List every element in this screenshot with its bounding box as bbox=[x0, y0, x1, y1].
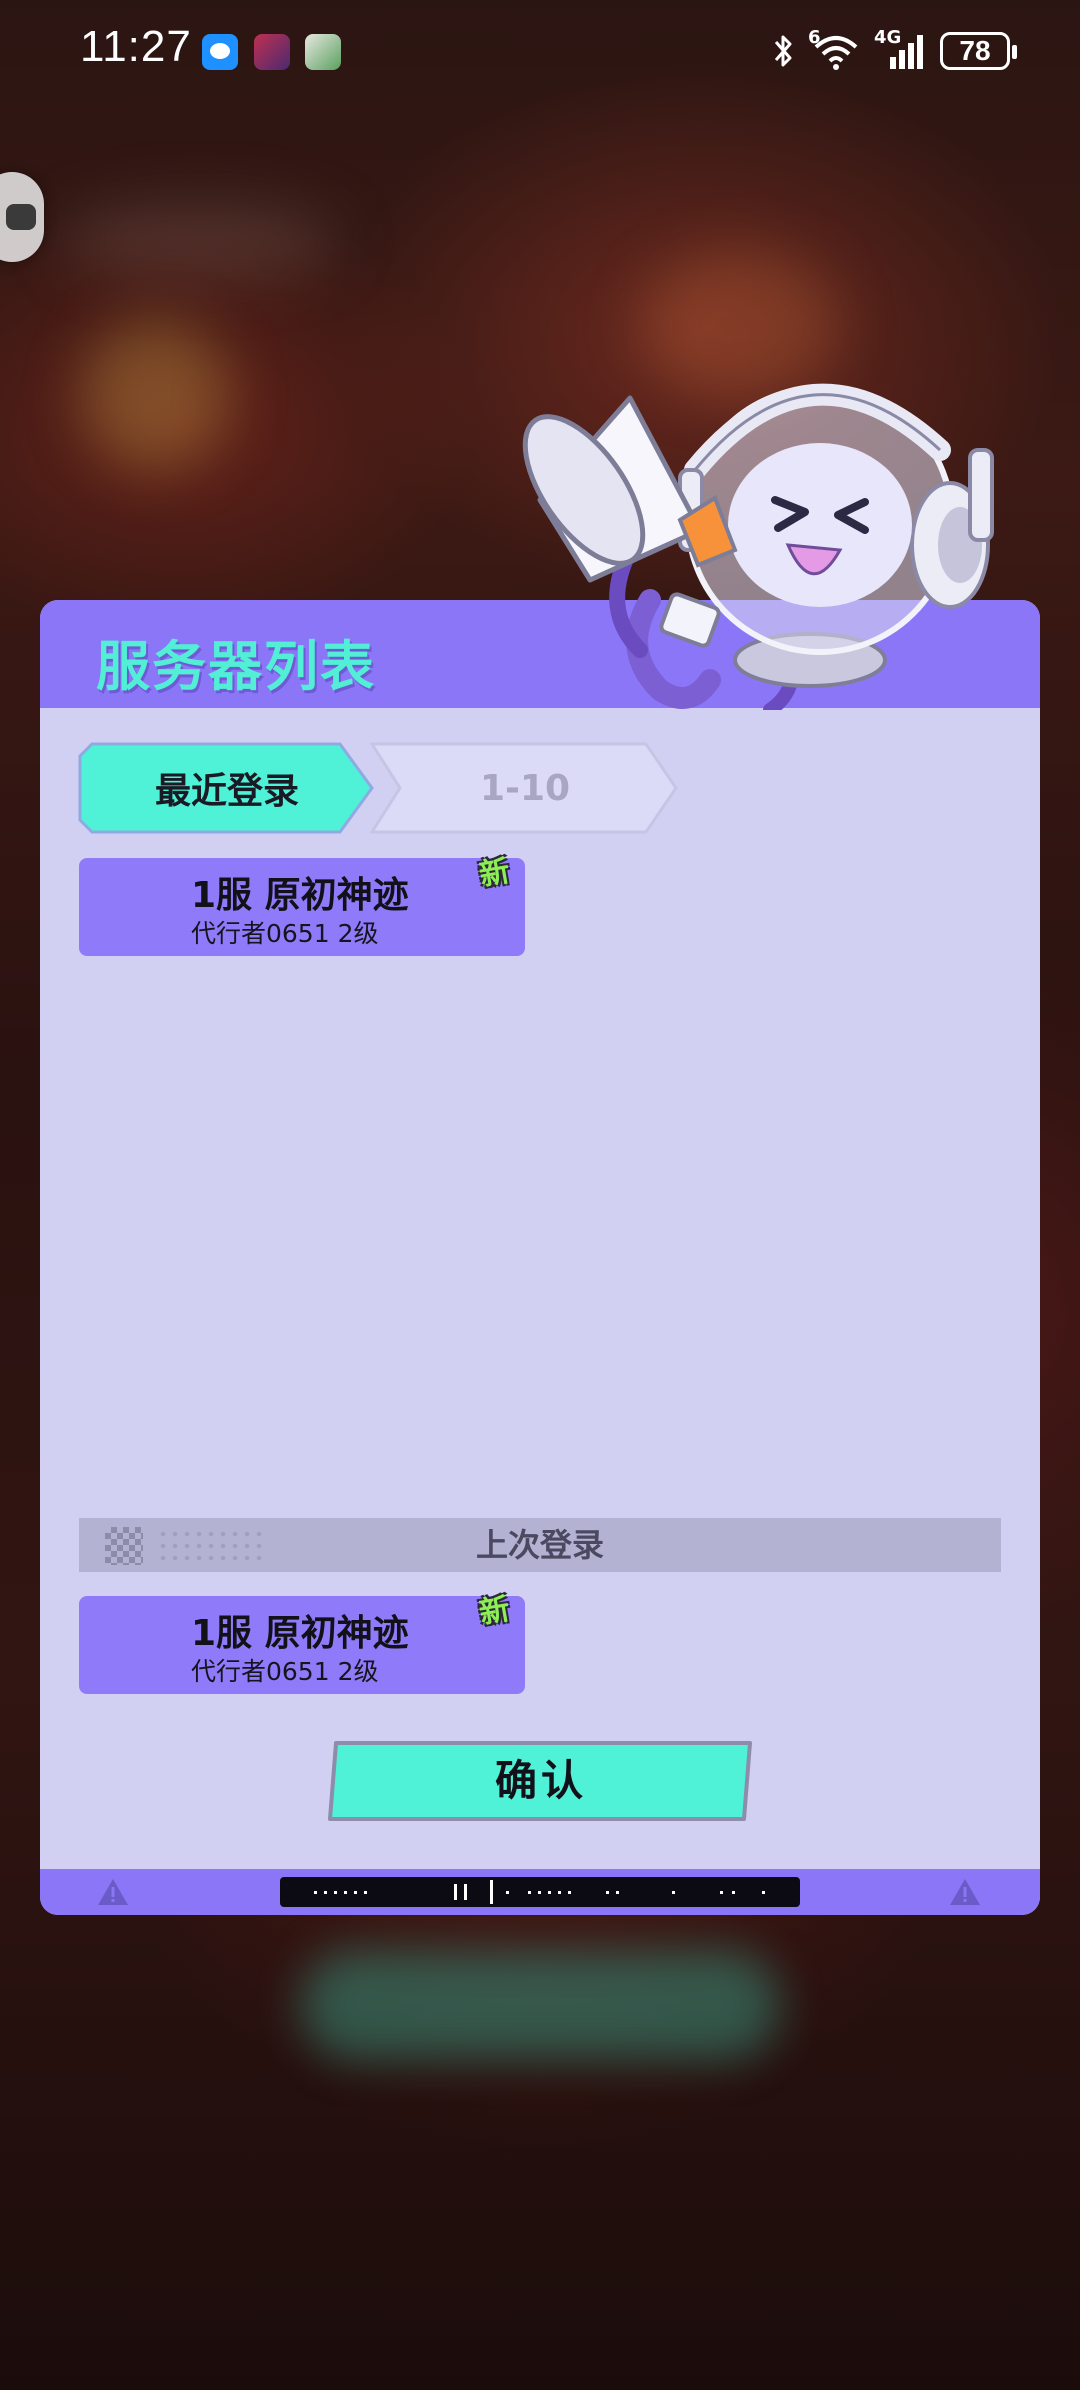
server-name: 1服 原初神迹 bbox=[191, 875, 409, 916]
wifi-icon: 6 bbox=[808, 27, 860, 71]
server-name: 1服 原初神迹 bbox=[191, 1613, 409, 1654]
barcode-decoration bbox=[280, 1877, 800, 1907]
background-glow bbox=[300, 1950, 780, 2060]
confirm-button[interactable]: 确认 bbox=[326, 1740, 756, 1822]
dialog-title: 服务器列表 bbox=[96, 635, 376, 698]
mascot-megaphone bbox=[522, 383, 994, 710]
last-login-header: 上次登录 bbox=[79, 1518, 1001, 1572]
warning-icon bbox=[950, 1879, 980, 1905]
tab-recent-label: 最近登录 bbox=[154, 771, 299, 812]
tab-server-range[interactable]: 1-10 bbox=[370, 742, 680, 834]
server-card-recent[interactable]: 1服 原初神迹 代行者0651 2级 新 bbox=[79, 854, 525, 956]
warning-icon bbox=[98, 1879, 128, 1905]
character-info: 代行者0651 2级 bbox=[191, 919, 379, 948]
status-icons: 6 4G 78 bbox=[772, 27, 1017, 74]
background-blur bbox=[80, 320, 230, 470]
confirm-label: 确认 bbox=[494, 1756, 587, 1805]
bluetooth-icon bbox=[774, 35, 792, 67]
dialog-footer bbox=[40, 1869, 1040, 1915]
chat-app-icon bbox=[202, 34, 238, 70]
tab-range-label: 1-10 bbox=[479, 767, 571, 809]
assist-icon bbox=[6, 204, 36, 230]
server-list-dialog: 服务器列表 最近登录 1-10 1服 原初神迹 代行者0651 2级 新 上次登… bbox=[40, 600, 1040, 1915]
new-badge: 新 bbox=[476, 853, 513, 894]
floating-assist-button[interactable] bbox=[0, 172, 44, 262]
last-login-label: 上次登录 bbox=[475, 1526, 604, 1564]
tab-recent-login[interactable]: 最近登录 bbox=[78, 742, 376, 834]
game-app-icon bbox=[254, 34, 290, 70]
signal-icon: 4G bbox=[874, 27, 926, 71]
battery-level: 78 bbox=[959, 35, 991, 66]
status-time: 11:27 bbox=[80, 22, 192, 71]
background-blur bbox=[60, 200, 340, 280]
character-info: 代行者0651 2级 bbox=[191, 1657, 379, 1686]
battery-icon: 78 bbox=[940, 32, 1017, 70]
status-bar: 11:27 6 4G 78 bbox=[0, 0, 1080, 100]
new-badge: 新 bbox=[476, 1591, 513, 1632]
server-card-last[interactable]: 1服 原初神迹 代行者0651 2级 新 bbox=[79, 1592, 525, 1694]
panda-app-icon bbox=[305, 34, 341, 70]
